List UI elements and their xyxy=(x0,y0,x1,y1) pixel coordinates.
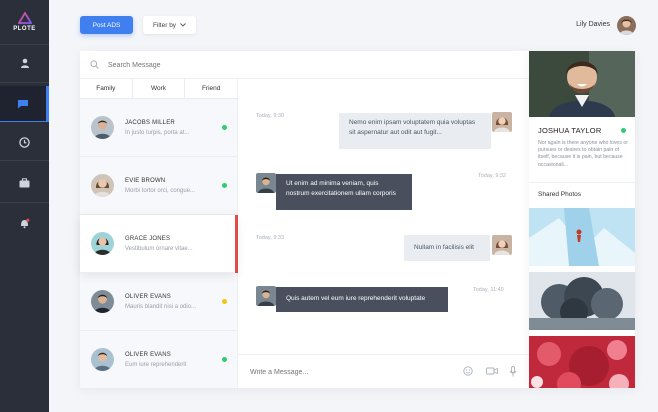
contact-item[interactable]: JACOBS MILLER In justo turpis, porta at.… xyxy=(80,99,237,157)
filter-label: Filter by xyxy=(152,21,177,29)
message-timestamp: Today, 9:30 xyxy=(256,113,285,119)
contact-name: GRACE JONES xyxy=(125,236,171,242)
message-input[interactable] xyxy=(250,365,440,379)
post-ads-button[interactable]: Post ADS xyxy=(80,16,133,34)
contact-item[interactable]: OLIVER EVANS Mauris blandit nisi a odio.… xyxy=(80,273,237,331)
logo-text: PLOTE xyxy=(13,26,36,32)
bell-icon xyxy=(21,218,30,228)
filter-by-dropdown[interactable]: Filter by xyxy=(143,16,196,34)
rail-item-notifications[interactable] xyxy=(0,205,49,241)
message-bubble-incoming[interactable]: Nullam in facilisis elit xyxy=(404,235,490,261)
message-timestamp: Today, 9:33 xyxy=(256,235,285,241)
avatar xyxy=(91,232,114,255)
message-bubble-incoming[interactable]: Nemo enim ipsam voluptatem quia voluptas… xyxy=(339,113,491,149)
profile-name: JOSHUA TAYLOR xyxy=(538,126,602,135)
current-user-name[interactable]: Lily Davies xyxy=(576,21,610,28)
online-status-dot xyxy=(222,183,227,188)
contact-tabs: Family Work Friend xyxy=(80,79,237,99)
message-bubble-outgoing[interactable]: Quis autem vel eum iure reprehenderit vo… xyxy=(276,287,448,312)
contact-name: OLIVER EVANS xyxy=(125,294,171,300)
video-call-icon[interactable] xyxy=(486,366,498,376)
search-icon xyxy=(90,60,99,69)
contact-name: OLIVER EVANS xyxy=(125,352,171,358)
contact-preview: In justo turpis, porta at... xyxy=(125,130,190,136)
briefcase-icon xyxy=(19,178,30,188)
online-status-dot xyxy=(222,357,227,362)
microphone-icon[interactable] xyxy=(509,366,517,377)
contact-item[interactable]: EVIE BROWN Morbi tortor orci, congue... xyxy=(80,157,237,215)
online-status-dot xyxy=(222,125,227,130)
rail-item-messages[interactable] xyxy=(0,86,49,122)
avatar xyxy=(91,290,114,313)
contact-preview: Eum iure reprehenderit xyxy=(125,362,187,368)
avatar xyxy=(492,112,512,132)
chat-thread: Today, 9:30 Nemo enim ipsam voluptatem q… xyxy=(238,79,529,388)
search-bar xyxy=(80,51,529,79)
divider xyxy=(529,182,635,183)
away-status-dot xyxy=(222,299,227,304)
shared-photo[interactable] xyxy=(529,272,635,330)
nav-rail: PLOTE xyxy=(0,0,49,412)
rail-item-jobs[interactable] xyxy=(0,165,49,201)
rail-item-profile[interactable] xyxy=(0,45,49,81)
message-bubble-outgoing[interactable]: Ut enim ad minima veniam, quis nostrum e… xyxy=(276,174,412,210)
contact-list: Family Work Friend JACOBS MILLER In just… xyxy=(80,79,238,389)
app-logo[interactable]: PLOTE xyxy=(0,12,49,32)
tab-friend[interactable]: Friend xyxy=(185,79,237,98)
message-timestamp: Today, 11:49 xyxy=(473,287,504,293)
tab-family[interactable]: Family xyxy=(80,79,133,98)
contact-item-selected[interactable]: GRACE JONES Vestibulum ornare vitae... xyxy=(80,215,238,273)
search-input[interactable] xyxy=(108,58,408,72)
rail-item-history[interactable] xyxy=(0,124,49,160)
compose-bar xyxy=(238,354,529,388)
profile-photo xyxy=(529,51,635,117)
message-timestamp: Today, 9:32 xyxy=(478,173,507,179)
contact-item[interactable]: OLIVER EVANS Eum iure reprehenderit xyxy=(80,331,237,389)
rail-divider xyxy=(0,202,49,203)
contact-profile: JOSHUA TAYLOR Nor again is there anyone … xyxy=(529,51,635,388)
clock-icon xyxy=(19,136,30,148)
messages-panel: Family Work Friend JACOBS MILLER In just… xyxy=(80,51,529,389)
contact-preview: Mauris blandit nisi a odio... xyxy=(125,304,197,310)
avatar xyxy=(91,174,114,197)
shared-photo[interactable] xyxy=(529,208,635,266)
avatar xyxy=(91,116,114,139)
shared-photo[interactable] xyxy=(529,336,635,388)
emoji-icon[interactable] xyxy=(463,366,473,376)
profile-bio: Nor again is there anyone who loves or p… xyxy=(538,140,628,168)
rail-divider xyxy=(0,82,49,83)
chat-icon xyxy=(18,100,28,109)
chevron-down-icon xyxy=(180,23,186,27)
avatar xyxy=(256,286,276,306)
avatar xyxy=(91,348,114,371)
contact-name: JACOBS MILLER xyxy=(125,120,175,126)
online-status-dot xyxy=(621,128,626,133)
avatar xyxy=(256,173,276,193)
contact-name: EVIE BROWN xyxy=(125,178,166,184)
avatar xyxy=(492,235,512,255)
tab-work[interactable]: Work xyxy=(133,79,186,98)
contact-preview: Morbi tortor orci, congue... xyxy=(125,188,196,194)
rail-divider xyxy=(0,160,49,161)
logo-triangle-icon xyxy=(17,12,32,24)
current-user-avatar[interactable] xyxy=(617,16,636,35)
contact-preview: Vestibulum ornare vitae... xyxy=(125,246,193,252)
shared-photos-heading: Shared Photos xyxy=(538,191,582,198)
user-icon xyxy=(20,58,29,68)
